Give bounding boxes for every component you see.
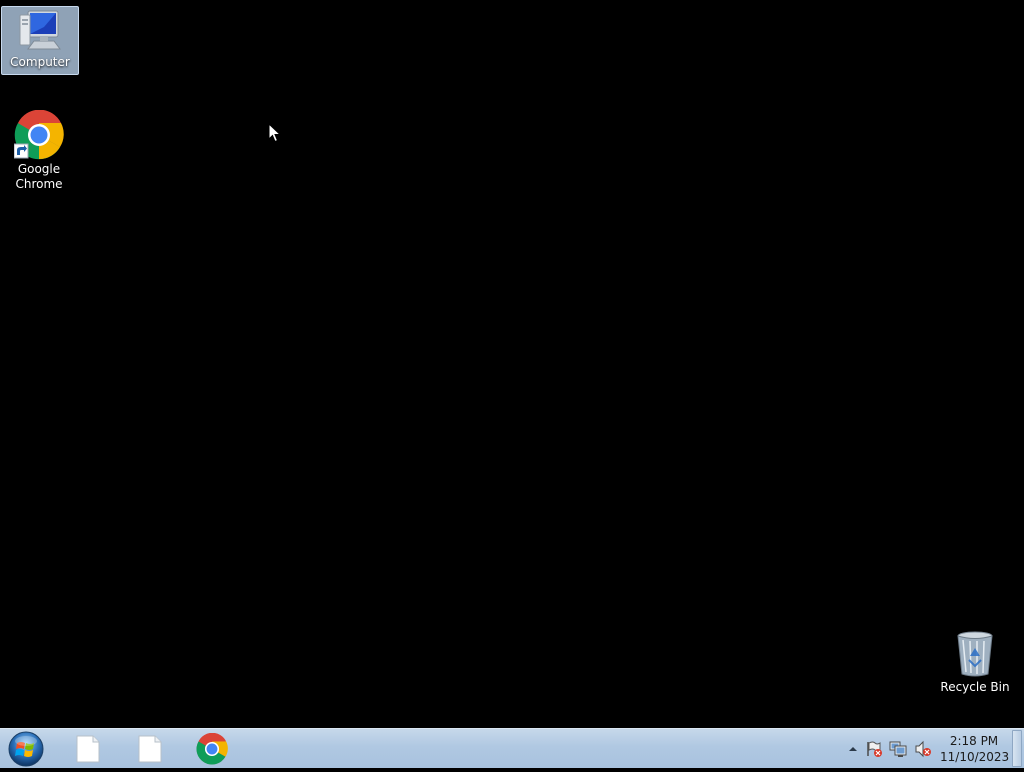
show-desktop-button[interactable] bbox=[1012, 730, 1022, 767]
network-icon[interactable] bbox=[889, 740, 907, 758]
blank-document-icon bbox=[76, 735, 100, 763]
recycle-bin-icon bbox=[957, 631, 993, 677]
taskbar-button-document[interactable] bbox=[60, 731, 116, 767]
desktop[interactable]: Computer Google Chrome Recycle Bin bbox=[0, 0, 1024, 728]
taskbar: 2:18 PM 11/10/2023 bbox=[0, 728, 1024, 768]
taskbar-button-chrome[interactable] bbox=[184, 731, 240, 767]
desktop-icon-google-chrome[interactable]: Google Chrome bbox=[1, 110, 77, 192]
chrome-shortcut-icon bbox=[14, 110, 64, 160]
desktop-icon-label: Google Chrome bbox=[15, 162, 63, 191]
computer-icon bbox=[19, 10, 61, 50]
windows-start-orb-icon bbox=[8, 731, 44, 767]
blank-document-icon bbox=[138, 735, 162, 763]
clock-date: 11/10/2023 bbox=[940, 750, 1010, 764]
start-button[interactable] bbox=[6, 730, 46, 768]
action-center-flag-icon[interactable] bbox=[865, 740, 883, 758]
clock-time: 2:18 PM bbox=[949, 734, 999, 748]
desktop-icon-label: Computer bbox=[10, 55, 70, 69]
desktop-icon-recycle-bin[interactable]: Recycle Bin bbox=[937, 630, 1013, 695]
show-hidden-icons-arrow[interactable] bbox=[844, 740, 862, 758]
chrome-icon bbox=[196, 733, 228, 765]
taskbar-clock[interactable]: 2:18 PM 11/10/2023 bbox=[940, 733, 1010, 765]
mouse-cursor-icon bbox=[268, 123, 282, 143]
volume-muted-icon[interactable] bbox=[914, 740, 932, 758]
taskbar-button-document[interactable] bbox=[122, 731, 178, 767]
desktop-icon-label: Recycle Bin bbox=[940, 680, 1010, 694]
desktop-icon-computer[interactable]: Computer bbox=[1, 6, 79, 75]
